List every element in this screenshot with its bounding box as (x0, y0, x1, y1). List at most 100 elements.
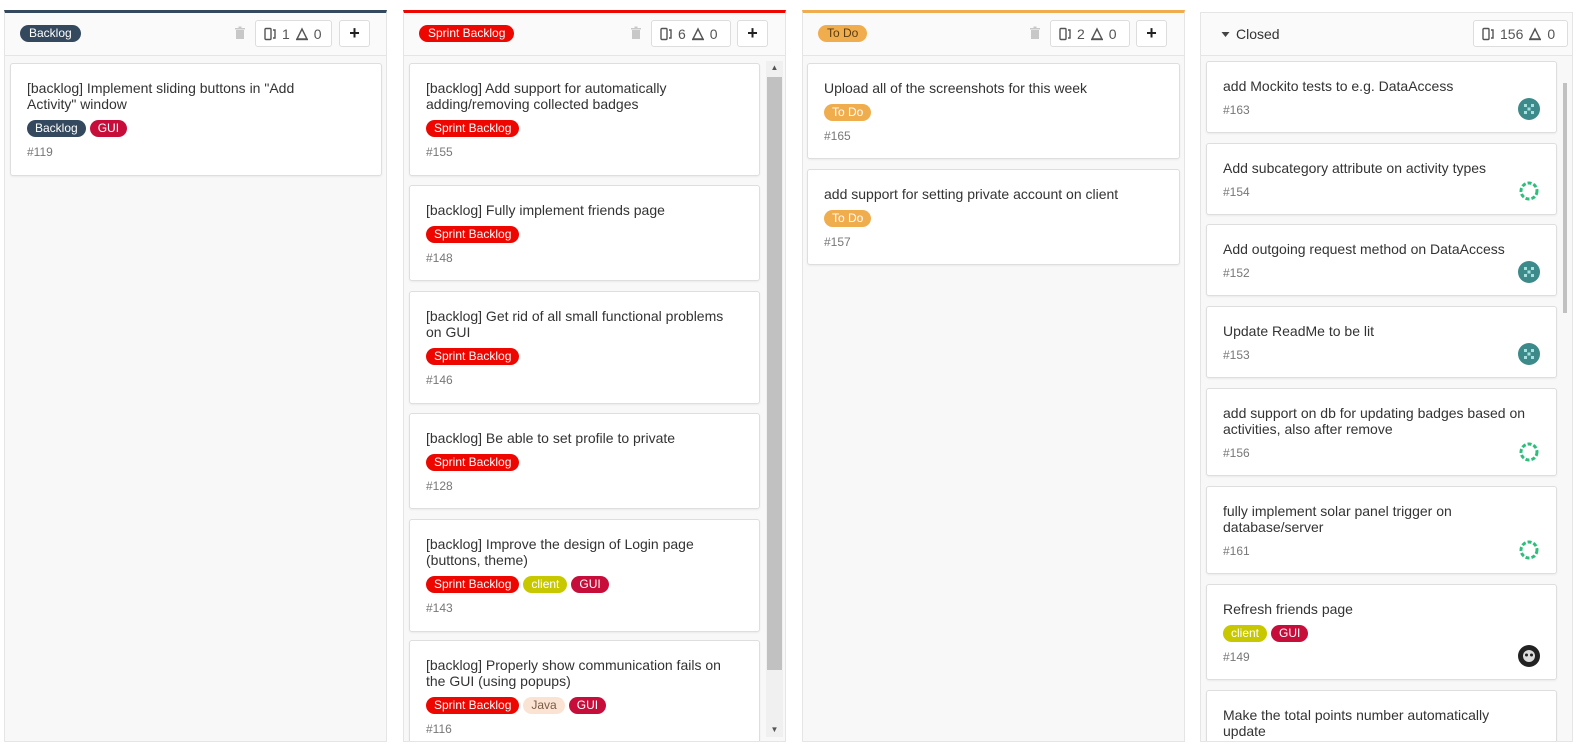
card-labels: client GUI (1223, 625, 1309, 642)
add-card-button[interactable]: + (1136, 20, 1167, 47)
label-sprint-backlog[interactable]: Sprint Backlog (426, 697, 520, 714)
scrollbar-thumb[interactable] (1563, 83, 1567, 313)
avatar-green-ring[interactable] (1518, 539, 1540, 561)
milestone-icon (691, 26, 704, 40)
trash-icon[interactable] (234, 26, 246, 40)
issue-card[interactable]: [backlog] Be able to set profile to priv… (409, 413, 760, 509)
issue-number[interactable]: #148 (426, 251, 453, 265)
card-title[interactable]: Upload all of the screenshots for this w… (824, 80, 1087, 96)
label-client[interactable]: client (523, 576, 568, 593)
label-gui[interactable]: GUI (568, 697, 607, 714)
issue-number[interactable]: #157 (824, 235, 851, 249)
issue-number[interactable]: #156 (1223, 446, 1250, 460)
issue-number[interactable]: #153 (1223, 348, 1250, 362)
label-sprint-backlog[interactable]: Sprint Backlog (426, 348, 520, 365)
card-labels: Sprint Backlog client GUI (426, 576, 609, 593)
avatar-green-ring[interactable] (1518, 180, 1540, 202)
label-gui[interactable]: GUI (89, 120, 128, 137)
column-title-closed[interactable]: Closed (1221, 26, 1280, 42)
issue-number[interactable]: #143 (426, 601, 453, 615)
card-title[interactable]: [backlog] Improve the design of Login pa… (426, 536, 694, 568)
issue-card[interactable]: Add outgoing request method on DataAcces… (1206, 224, 1557, 296)
column-label-sprint-backlog[interactable]: Sprint Backlog (419, 25, 515, 42)
column-label-backlog[interactable]: Backlog (20, 25, 81, 42)
issue-card[interactable]: Upload all of the screenshots for this w… (807, 63, 1180, 159)
card-title[interactable]: [backlog] Add support for automatically … (426, 80, 666, 112)
card-title[interactable]: add Mockito tests to e.g. DataAccess (1223, 78, 1453, 94)
label-todo[interactable]: To Do (824, 210, 872, 227)
issue-number[interactable]: #165 (824, 129, 851, 143)
label-backlog[interactable]: Backlog (27, 120, 86, 137)
card-title[interactable]: [backlog] Be able to set profile to priv… (426, 430, 675, 446)
issue-number[interactable]: #155 (426, 145, 453, 159)
issue-number[interactable]: #154 (1223, 185, 1250, 199)
issue-card[interactable]: [backlog] Get rid of all small functiona… (409, 291, 760, 404)
label-gui[interactable]: GUI (571, 576, 609, 593)
avatar-green-ring[interactable] (1518, 441, 1540, 463)
issue-card[interactable]: fully implement solar panel trigger on d… (1206, 486, 1557, 574)
avatar-teal-pixel[interactable] (1518, 98, 1540, 120)
issue-number[interactable]: #128 (426, 479, 453, 493)
card-title[interactable]: Make the total points number automatical… (1223, 707, 1489, 739)
card-labels: Backlog GUI (27, 120, 128, 137)
issue-number[interactable]: #161 (1223, 544, 1250, 558)
column-backlog: Backlog 1 0 + [backlog] Implement slidin… (4, 10, 387, 742)
issue-counts: 1 0 (255, 20, 332, 47)
label-java[interactable]: Java (523, 697, 565, 714)
issue-card[interactable]: [backlog] Fully implement friends page S… (409, 185, 760, 281)
card-title[interactable]: [backlog] Get rid of all small functiona… (426, 308, 723, 340)
label-todo[interactable]: To Do (824, 104, 872, 121)
column-header: Sprint Backlog 6 0 + (404, 13, 785, 56)
card-title[interactable]: Add subcategory attribute on activity ty… (1223, 160, 1486, 176)
issue-card[interactable]: Update ReadMe to be lit #153 (1206, 306, 1557, 378)
card-title[interactable]: [backlog] Properly show communication fa… (426, 657, 721, 689)
label-sprint-backlog[interactable]: Sprint Backlog (426, 454, 520, 471)
issue-card[interactable]: add Mockito tests to e.g. DataAccess #16… (1206, 61, 1557, 133)
issue-card[interactable]: add support on db for updating badges ba… (1206, 388, 1557, 476)
issue-card[interactable]: Refresh friends page client GUI #149 (1206, 584, 1557, 680)
issue-number[interactable]: #116 (426, 722, 452, 736)
label-sprint-backlog[interactable]: Sprint Backlog (426, 576, 520, 593)
issue-number[interactable]: #146 (426, 373, 453, 387)
issue-counts: 156 0 (1473, 20, 1568, 47)
label-client[interactable]: client (1223, 625, 1268, 642)
avatar-dark-face[interactable] (1518, 645, 1540, 667)
issue-card[interactable]: [backlog] Properly show communication fa… (409, 640, 760, 741)
card-title[interactable]: [backlog] Fully implement friends page (426, 202, 665, 218)
issue-icon (660, 27, 672, 40)
scrollbar-thumb[interactable] (767, 77, 782, 670)
label-sprint-backlog[interactable]: Sprint Backlog (426, 120, 520, 137)
card-title[interactable]: fully implement solar panel trigger on d… (1223, 503, 1452, 535)
add-card-button[interactable]: + (737, 20, 768, 47)
scroll-down-arrow[interactable]: ▼ (766, 725, 783, 734)
issue-counts: 2 0 (1050, 20, 1130, 47)
issue-card[interactable]: Make the total points number automatical… (1206, 690, 1557, 741)
issue-card[interactable]: [backlog] Improve the design of Login pa… (409, 519, 760, 632)
card-title[interactable]: Add outgoing request method on DataAcces… (1223, 241, 1505, 257)
card-title[interactable]: Update ReadMe to be lit (1223, 323, 1374, 339)
issue-counts: 6 0 (651, 20, 731, 47)
column-label-todo[interactable]: To Do (818, 25, 868, 42)
add-card-button[interactable]: + (339, 20, 370, 47)
trash-icon[interactable] (630, 26, 642, 40)
avatar-teal-pixel[interactable] (1518, 261, 1540, 283)
avatar-teal-pixel[interactable] (1518, 343, 1540, 365)
issue-number[interactable]: #152 (1223, 266, 1250, 280)
issue-number[interactable]: #163 (1223, 103, 1250, 117)
card-title[interactable]: [backlog] Implement sliding buttons in "… (27, 80, 294, 112)
issue-card[interactable]: Add subcategory attribute on activity ty… (1206, 143, 1557, 215)
column-header: Backlog 1 0 + (5, 13, 386, 56)
issue-card[interactable]: [backlog] Add support for automatically … (409, 63, 760, 176)
issue-card[interactable]: [backlog] Implement sliding buttons in "… (10, 63, 382, 176)
card-title[interactable]: add support on db for updating badges ba… (1223, 405, 1525, 437)
card-title[interactable]: Refresh friends page (1223, 601, 1353, 617)
issue-number[interactable]: #119 (27, 145, 53, 159)
label-gui[interactable]: GUI (1271, 625, 1309, 642)
card-title[interactable]: add support for setting private account … (824, 186, 1118, 202)
issue-number[interactable]: #149 (1223, 650, 1250, 664)
trash-icon[interactable] (1029, 26, 1041, 40)
issue-card[interactable]: add support for setting private account … (807, 169, 1180, 265)
scroll-up-arrow[interactable]: ▲ (766, 63, 783, 72)
column-header: To Do 2 0 + (803, 13, 1184, 56)
label-sprint-backlog[interactable]: Sprint Backlog (426, 226, 520, 243)
